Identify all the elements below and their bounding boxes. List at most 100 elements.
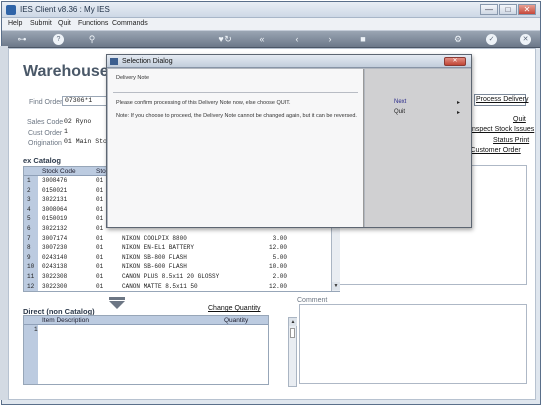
status-print-link[interactable]: Status Print (493, 137, 529, 144)
menu-commands[interactable]: Commands (112, 20, 148, 27)
maximize-button[interactable]: □ (499, 4, 517, 15)
stock-code: 0150019 (42, 215, 68, 223)
table-row[interactable]: 7 3007174 01 NIKON COOLPIX 8800 3.00 (24, 234, 339, 243)
stock-code: 3008476 (42, 177, 68, 184)
dialog-title-bar: Selection Dialog ✕ (107, 55, 471, 68)
dialog-close-button[interactable]: ✕ (444, 57, 466, 66)
move-down-icon[interactable] (109, 301, 125, 309)
stock-code: 3022300 (42, 282, 68, 290)
row-number: 7 (27, 234, 31, 242)
cust-order-label: Cust Order (28, 130, 63, 137)
store: 01 (96, 205, 104, 213)
help-icon[interactable]: ? (53, 34, 64, 45)
quantity: 12.00 (268, 244, 287, 252)
quit-arrow-icon: ▸ (457, 110, 461, 116)
prev-icon[interactable]: ‹ (291, 34, 303, 44)
window-title: IES Client v8.36 : My IES (20, 5, 110, 14)
next-icon[interactable]: › (324, 34, 336, 44)
stock-code: 3022308 (42, 273, 68, 280)
table-row[interactable]: 11 3022308 01 CANON PLUS 8.5x11 20 GLOSSY 2.… (24, 272, 339, 281)
row-number: 5 (27, 215, 31, 223)
process-delivery-link[interactable]: Process Delivery (476, 96, 529, 103)
stock-code: 3007174 (42, 234, 68, 242)
description: NIKON SB-600 FLASH (122, 263, 187, 271)
first-icon[interactable]: « (256, 34, 268, 44)
side-strip (0, 46, 8, 400)
row-number: 2 (27, 186, 31, 194)
selection-dialog: Selection Dialog ✕ Delivery Note Please … (106, 54, 472, 228)
table-row[interactable]: 8 3007230 01 NIKON EN-EL1 BATTERY 12.00 (24, 243, 339, 252)
row-number: 4 (27, 205, 31, 213)
menu-help[interactable]: Help (8, 20, 22, 27)
minimize-button[interactable]: — (480, 4, 498, 15)
confirm-icon[interactable]: ✓ (486, 34, 497, 45)
quit-link[interactable]: Quit (513, 116, 526, 123)
app-icon (6, 5, 16, 15)
stock-code: 3022131 (42, 196, 68, 204)
menu-functions[interactable]: Functions (78, 20, 108, 27)
direct-scrollbar[interactable]: ▲ (288, 317, 297, 387)
row-number: 9 (27, 253, 31, 261)
change-quantity-link[interactable]: Change Quantity (208, 305, 261, 312)
table-row[interactable]: 12 3022300 01 CANON MATTE 8.5x11 50 12.00 (24, 282, 339, 291)
menu-submit[interactable]: Submit (30, 20, 52, 27)
store: 01 (96, 186, 104, 194)
description: NIKON COOLPIX 8800 (122, 234, 187, 242)
dialog-subtitle: Delivery Note (116, 75, 150, 81)
sales-code-value: 02 Ryno (64, 118, 92, 125)
refresh-icon[interactable]: ↻ (222, 34, 234, 44)
stock-code: 0243140 (42, 253, 68, 261)
scroll-up-icon[interactable]: ▲ (289, 318, 297, 326)
col-store: Sto (96, 168, 106, 175)
dialog-body: Delivery Note Please confirm processing … (108, 69, 364, 227)
origination-label: Origination (28, 140, 62, 147)
scroll-down-icon[interactable]: ▼ (332, 282, 340, 290)
comment-label: Comment (297, 297, 328, 304)
table-row[interactable]: 9 0243140 01 NIKON SB-800 FLASH 5.00 (24, 253, 339, 262)
col-item-description: Item Description (42, 317, 89, 324)
dialog-title: Selection Dialog (122, 58, 173, 65)
key-icon[interactable]: ⊶ (12, 34, 32, 44)
store: 01 (96, 196, 104, 204)
dialog-icon (110, 58, 118, 65)
col-stock-code: Stock Code (42, 168, 76, 175)
quantity: 2.00 (272, 273, 287, 280)
origination-value: 01 Main Stor (64, 138, 111, 145)
stop-icon[interactable]: ■ (357, 34, 369, 44)
dialog-note: Note: If you choose to proceed, the Deli… (116, 113, 357, 119)
quantity: 12.00 (268, 282, 287, 290)
menu-quit[interactable]: Quit (58, 20, 71, 27)
menu-bar: Help Submit Quit Functions Commands (2, 18, 540, 31)
catalog-title: ex Catalog (23, 156, 61, 165)
description: NIKON EN-EL1 BATTERY (122, 244, 195, 252)
close-button[interactable]: ✕ (518, 4, 536, 15)
row-number: 3 (27, 196, 31, 204)
search-icon[interactable]: ⚲ (86, 34, 98, 44)
scroll-thumb[interactable] (290, 328, 295, 338)
row-number: 1 (34, 326, 38, 333)
stock-code: 3022132 (42, 225, 68, 232)
table-row[interactable]: 10 0243138 01 NIKON SB-600 FLASH 10.00 (24, 262, 339, 271)
store: 01 (96, 282, 104, 290)
stock-code: 0150021 (42, 186, 68, 194)
next-option[interactable]: Next (394, 99, 406, 105)
close-icon[interactable]: ✕ (520, 34, 531, 45)
row-number: 8 (27, 244, 31, 252)
description: NIKON SB-800 FLASH (122, 253, 187, 261)
comment-field[interactable] (299, 304, 527, 384)
quit-option[interactable]: Quit (394, 109, 405, 115)
stock-code: 3007230 (42, 244, 68, 252)
customer-order-link[interactable]: l Customer Order (467, 147, 521, 154)
quantity: 10.00 (268, 263, 287, 271)
stock-code: 0243138 (42, 263, 68, 271)
find-order-field[interactable]: 07306*1 (62, 96, 107, 106)
cust-order-value: 1 (64, 128, 68, 135)
inspect-stock-link[interactable]: nspect Stock Issues (472, 126, 534, 133)
store: 01 (96, 234, 104, 242)
row-number: 6 (27, 225, 31, 232)
settings-icon[interactable]: ⚙ (452, 34, 464, 44)
direct-row[interactable]: 1 (24, 325, 268, 334)
sales-code-label: Sales Code (27, 119, 64, 126)
store: 01 (96, 177, 104, 184)
quantity: 5.00 (272, 253, 287, 261)
